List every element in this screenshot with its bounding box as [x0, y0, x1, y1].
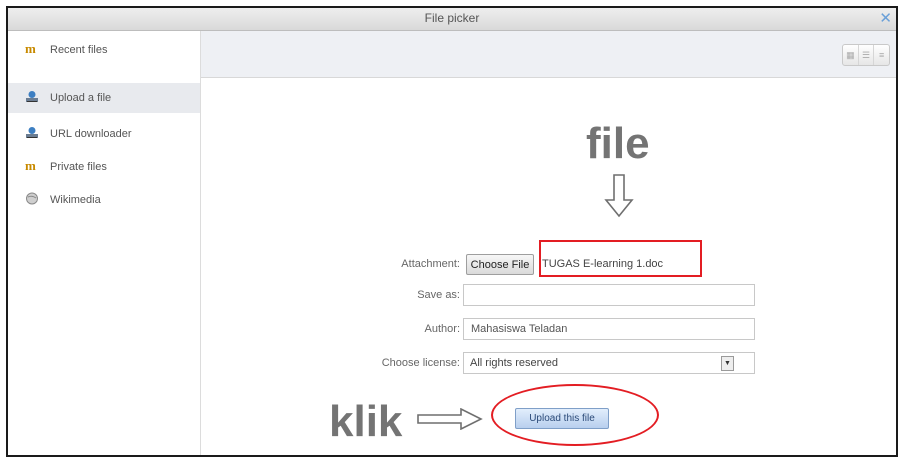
annotation-file-text: file [586, 119, 650, 168]
save-as-field[interactable] [463, 284, 755, 306]
upload-icon [25, 90, 39, 103]
sidebar-item-recent-files[interactable]: m Recent files [8, 35, 200, 65]
sidebar-item-label: URL downloader [50, 128, 132, 140]
view-switcher: ▦ ☰ ≡ [842, 44, 890, 66]
save-as-label: Save as: [417, 289, 460, 301]
author-field[interactable]: Mahasiswa Teladan [463, 318, 755, 340]
file-picker-dialog: File picker ✕ m Recent files Upload a fi… [6, 6, 898, 457]
globe-icon [25, 192, 39, 205]
annotation-klik-text: klik [329, 397, 403, 446]
arrow-right-icon [417, 408, 483, 430]
picker-toolbar: ▦ ☰ ≡ [201, 31, 896, 78]
list-view-icon[interactable]: ☰ [859, 45, 875, 65]
sidebar-item-label: Upload a file [50, 92, 112, 104]
dropdown-arrow-icon[interactable]: ▼ [721, 356, 734, 371]
sidebar-item-label: Recent files [50, 44, 108, 56]
license-label: Choose license: [381, 357, 460, 369]
upload-icon [25, 126, 39, 139]
dialog-titlebar: File picker ✕ [8, 8, 896, 31]
sidebar-item-label: Wikimedia [50, 194, 101, 206]
sidebar-item-private-files[interactable]: m Private files [8, 152, 200, 182]
moodle-icon: m [25, 158, 36, 173]
dialog-title: File picker [424, 11, 480, 25]
annotation-highlight-box [539, 240, 702, 277]
attachment-label: Attachment: [401, 258, 460, 270]
choose-file-button[interactable]: Choose File [466, 254, 534, 275]
upload-form-area: file Attachment: Choose File TUGAS E-lea… [201, 78, 896, 455]
arrow-down-icon [604, 174, 634, 218]
license-select-value: All rights reserved [470, 357, 559, 369]
license-select[interactable]: All rights reserved ▼ [463, 352, 755, 374]
tree-view-icon[interactable]: ≡ [874, 45, 889, 65]
sidebar-item-url-downloader[interactable]: URL downloader [8, 119, 200, 149]
sidebar-item-label: Private files [50, 161, 107, 173]
close-icon[interactable]: ✕ [879, 9, 892, 27]
upload-file-button[interactable]: Upload this file [515, 408, 609, 429]
sidebar-item-wikimedia[interactable]: Wikimedia [8, 185, 200, 215]
sidebar-item-upload-a-file[interactable]: Upload a file [8, 83, 200, 113]
author-label: Author: [424, 323, 460, 335]
repository-sidebar: m Recent files Upload a file URL downloa… [8, 31, 201, 455]
moodle-icon: m [25, 41, 36, 56]
grid-view-icon[interactable]: ▦ [843, 45, 859, 65]
